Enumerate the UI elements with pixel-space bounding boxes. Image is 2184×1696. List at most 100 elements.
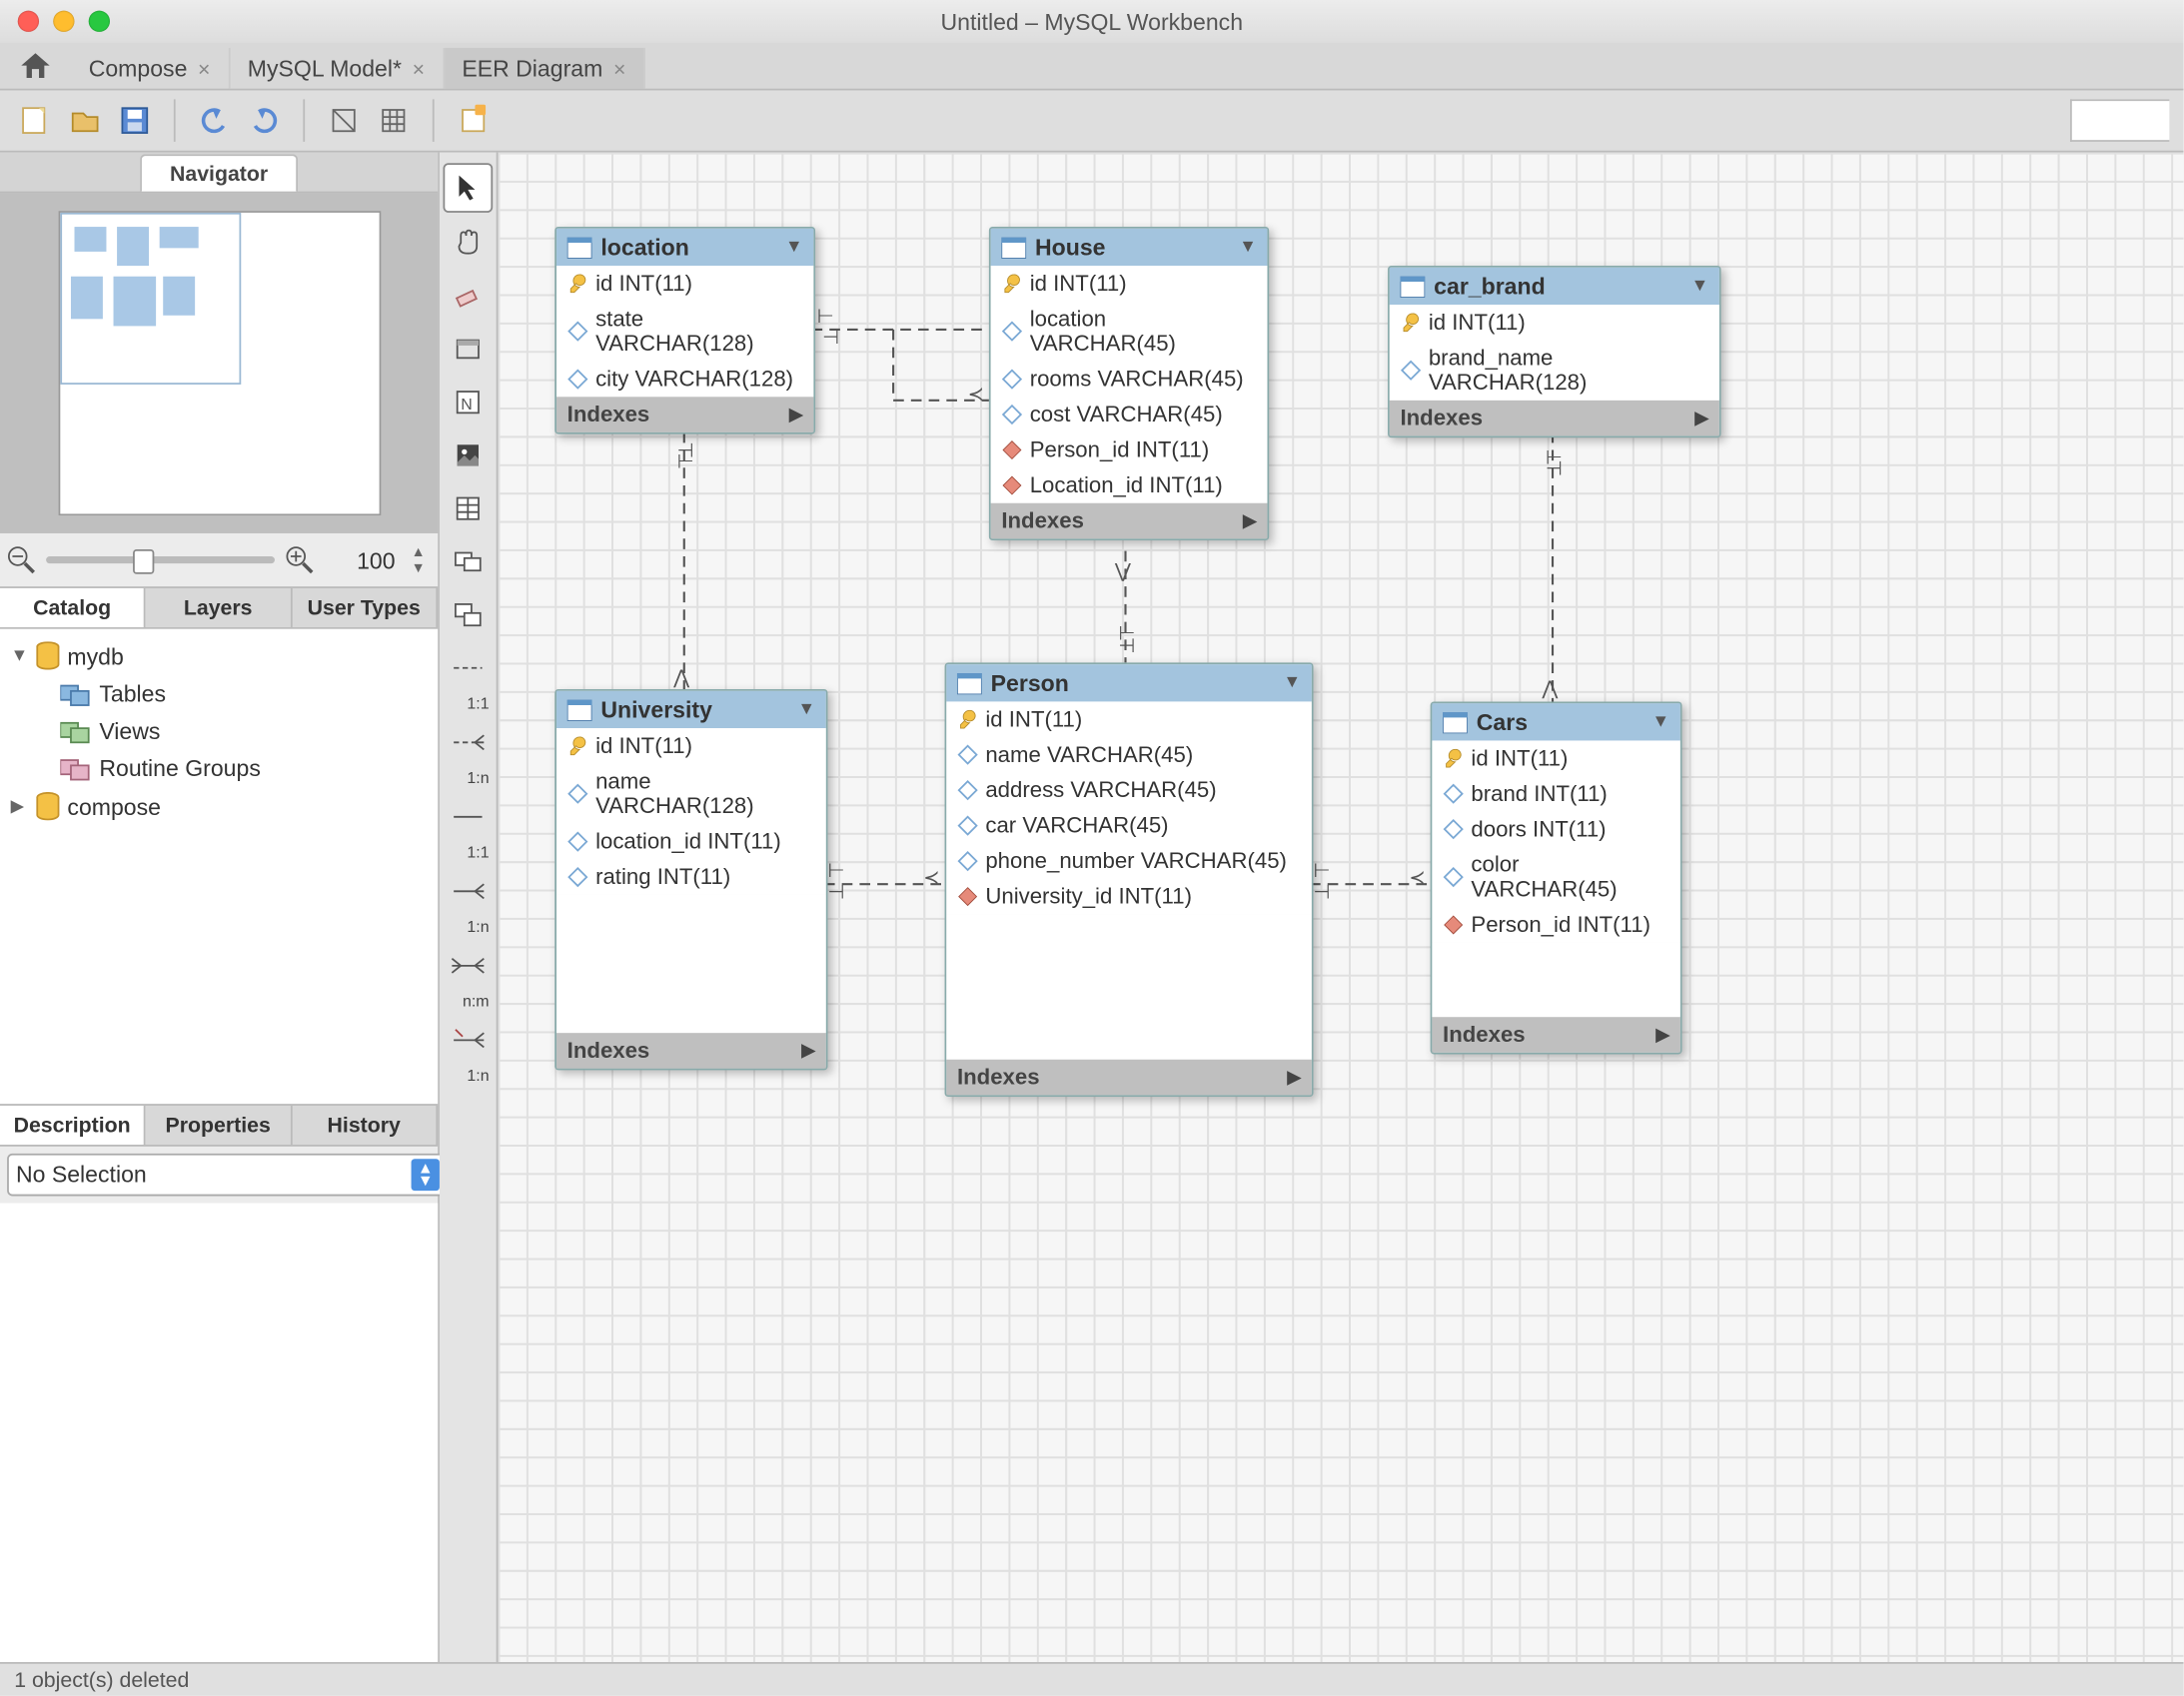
- column-row[interactable]: id INT(11): [556, 266, 813, 301]
- tab-compose[interactable]: Compose ×: [71, 48, 230, 89]
- eraser-tool[interactable]: [445, 273, 491, 319]
- layer-tool[interactable]: [445, 326, 491, 372]
- new-model-button[interactable]: [14, 99, 57, 142]
- zoom-slider[interactable]: [46, 556, 275, 563]
- column-row[interactable]: rooms VARCHAR(45): [991, 362, 1268, 397]
- tree-item-views[interactable]: Views: [0, 712, 438, 749]
- indexes-label[interactable]: Indexes: [957, 1065, 1040, 1090]
- zoom-in-icon[interactable]: [286, 545, 314, 573]
- navigator-overview[interactable]: [0, 193, 438, 533]
- entity-house[interactable]: House▼ id INT(11)location VARCHAR(45)roo…: [989, 227, 1269, 540]
- indexes-label[interactable]: Indexes: [1400, 406, 1483, 430]
- chevron-down-icon[interactable]: ▼: [797, 700, 815, 720]
- catalog-tree[interactable]: ▼ mydb Tables Views Routine Groups: [0, 629, 438, 1104]
- indexes-label[interactable]: Indexes: [1001, 508, 1084, 533]
- entity-university[interactable]: University▼ id INT(11)name VARCHAR(128)l…: [554, 689, 827, 1070]
- undo-button[interactable]: [193, 99, 236, 142]
- description-tab[interactable]: Description: [0, 1105, 146, 1144]
- indexes-label[interactable]: Indexes: [567, 1039, 650, 1064]
- zoom-stepper[interactable]: ▲▼: [406, 544, 431, 576]
- disclosure-triangle-icon[interactable]: ▶: [11, 796, 29, 816]
- view-tool[interactable]: [445, 538, 491, 584]
- column-row[interactable]: id INT(11): [991, 266, 1268, 301]
- chevron-right-icon[interactable]: ▶: [1243, 511, 1257, 531]
- rel-1-n-identifying-tool[interactable]: [445, 868, 491, 914]
- chevron-down-icon[interactable]: ▼: [1284, 673, 1302, 693]
- column-row[interactable]: phone_number VARCHAR(45): [946, 843, 1311, 878]
- chevron-down-icon[interactable]: ▼: [1652, 712, 1670, 732]
- column-row[interactable]: name VARCHAR(45): [946, 737, 1311, 772]
- entity-car-brand[interactable]: car_brand▼ id INT(11)brand_name VARCHAR(…: [1388, 266, 1721, 437]
- column-row[interactable]: car VARCHAR(45): [946, 808, 1311, 843]
- history-tab[interactable]: History: [292, 1105, 438, 1144]
- rel-1-1-non-identifying-tool[interactable]: [445, 645, 491, 691]
- rel-n-m-identifying-tool[interactable]: [445, 943, 491, 989]
- rel-1-n-non-identifying-tool[interactable]: [445, 719, 491, 765]
- chevron-right-icon[interactable]: ▶: [1694, 409, 1708, 428]
- search-input[interactable]: [2070, 99, 2169, 142]
- hand-tool[interactable]: [445, 220, 491, 266]
- close-icon[interactable]: ×: [613, 56, 625, 81]
- home-tab[interactable]: [0, 43, 71, 89]
- column-row[interactable]: id INT(11): [556, 728, 826, 763]
- indexes-label[interactable]: Indexes: [567, 403, 650, 427]
- window-maximize-button[interactable]: [89, 11, 110, 32]
- column-row[interactable]: id INT(11): [1432, 741, 1679, 776]
- column-row[interactable]: name VARCHAR(128): [556, 764, 826, 824]
- selection-combo[interactable]: No Selection ▲▼: [7, 1153, 449, 1196]
- navigator-tab[interactable]: Navigator: [140, 154, 299, 191]
- column-row[interactable]: rating INT(11): [556, 859, 826, 894]
- window-minimize-button[interactable]: [53, 11, 74, 32]
- close-icon[interactable]: ×: [413, 56, 425, 81]
- column-row[interactable]: id INT(11): [946, 702, 1311, 737]
- window-close-button[interactable]: [18, 11, 39, 32]
- column-row[interactable]: brand INT(11): [1432, 776, 1679, 811]
- pointer-tool[interactable]: [444, 163, 494, 213]
- entity-cars[interactable]: Cars▼ id INT(11)brand INT(11)doors INT(1…: [1431, 702, 1682, 1055]
- tree-item-compose[interactable]: ▶ compose: [0, 787, 438, 826]
- chevron-down-icon[interactable]: ▼: [1691, 277, 1709, 297]
- new-tab-button[interactable]: [452, 99, 495, 142]
- chevron-right-icon[interactable]: ▶: [1287, 1068, 1301, 1088]
- column-row[interactable]: state VARCHAR(128): [556, 302, 813, 362]
- entity-person[interactable]: Person▼ id INT(11)name VARCHAR(45)addres…: [945, 662, 1314, 1097]
- column-row[interactable]: Person_id INT(11): [1432, 907, 1679, 942]
- eer-canvas[interactable]: ⊢⊣ ≺ ⊣⊢ ⋀ ⋁ ⊢⊣ ⊢⊣ ≺ ⊢⊣: [498, 153, 2183, 1662]
- chevron-right-icon[interactable]: ▶: [789, 405, 803, 424]
- column-row[interactable]: id INT(11): [1390, 305, 1719, 340]
- redo-button[interactable]: [243, 99, 286, 142]
- tab-mysql-model[interactable]: MySQL Model* ×: [230, 48, 445, 89]
- tree-item-routine-groups[interactable]: Routine Groups: [0, 749, 438, 786]
- column-row[interactable]: Location_id INT(11): [991, 467, 1268, 502]
- align-grid-button[interactable]: [373, 99, 416, 142]
- column-row[interactable]: Person_id INT(11): [991, 432, 1268, 467]
- disclosure-triangle-icon[interactable]: ▼: [11, 646, 29, 666]
- properties-tab[interactable]: Properties: [146, 1105, 292, 1144]
- description-textarea[interactable]: [0, 1203, 438, 1662]
- rel-1-n-pick-tool[interactable]: [445, 1017, 491, 1063]
- chevron-down-icon[interactable]: ▼: [785, 238, 803, 258]
- table-tool[interactable]: [445, 485, 491, 531]
- save-model-button[interactable]: [114, 99, 157, 142]
- column-row[interactable]: city VARCHAR(128): [556, 362, 813, 397]
- column-row[interactable]: brand_name VARCHAR(128): [1390, 341, 1719, 401]
- rel-1-1-identifying-tool[interactable]: [445, 794, 491, 840]
- chevron-right-icon[interactable]: ▶: [1655, 1025, 1669, 1045]
- column-row[interactable]: cost VARCHAR(45): [991, 397, 1268, 431]
- tab-eer-diagram[interactable]: EER Diagram ×: [445, 48, 645, 89]
- chevron-right-icon[interactable]: ▶: [801, 1041, 815, 1061]
- layers-tab[interactable]: Layers: [146, 588, 292, 627]
- column-row[interactable]: doors INT(11): [1432, 811, 1679, 846]
- entity-location[interactable]: location▼ id INT(11)state VARCHAR(128)ci…: [554, 227, 815, 434]
- image-tool[interactable]: [445, 432, 491, 478]
- catalog-tab[interactable]: Catalog: [0, 588, 146, 627]
- routine-group-tool[interactable]: [445, 592, 491, 638]
- column-row[interactable]: address VARCHAR(45): [946, 772, 1311, 807]
- column-row[interactable]: color VARCHAR(45): [1432, 847, 1679, 907]
- close-icon[interactable]: ×: [198, 56, 210, 81]
- column-row[interactable]: University_id INT(11): [946, 879, 1311, 914]
- column-row[interactable]: location VARCHAR(45): [991, 302, 1268, 362]
- tree-item-mydb[interactable]: ▼ mydb: [0, 636, 438, 675]
- user-types-tab[interactable]: User Types: [292, 588, 438, 627]
- column-row[interactable]: location_id INT(11): [556, 824, 826, 859]
